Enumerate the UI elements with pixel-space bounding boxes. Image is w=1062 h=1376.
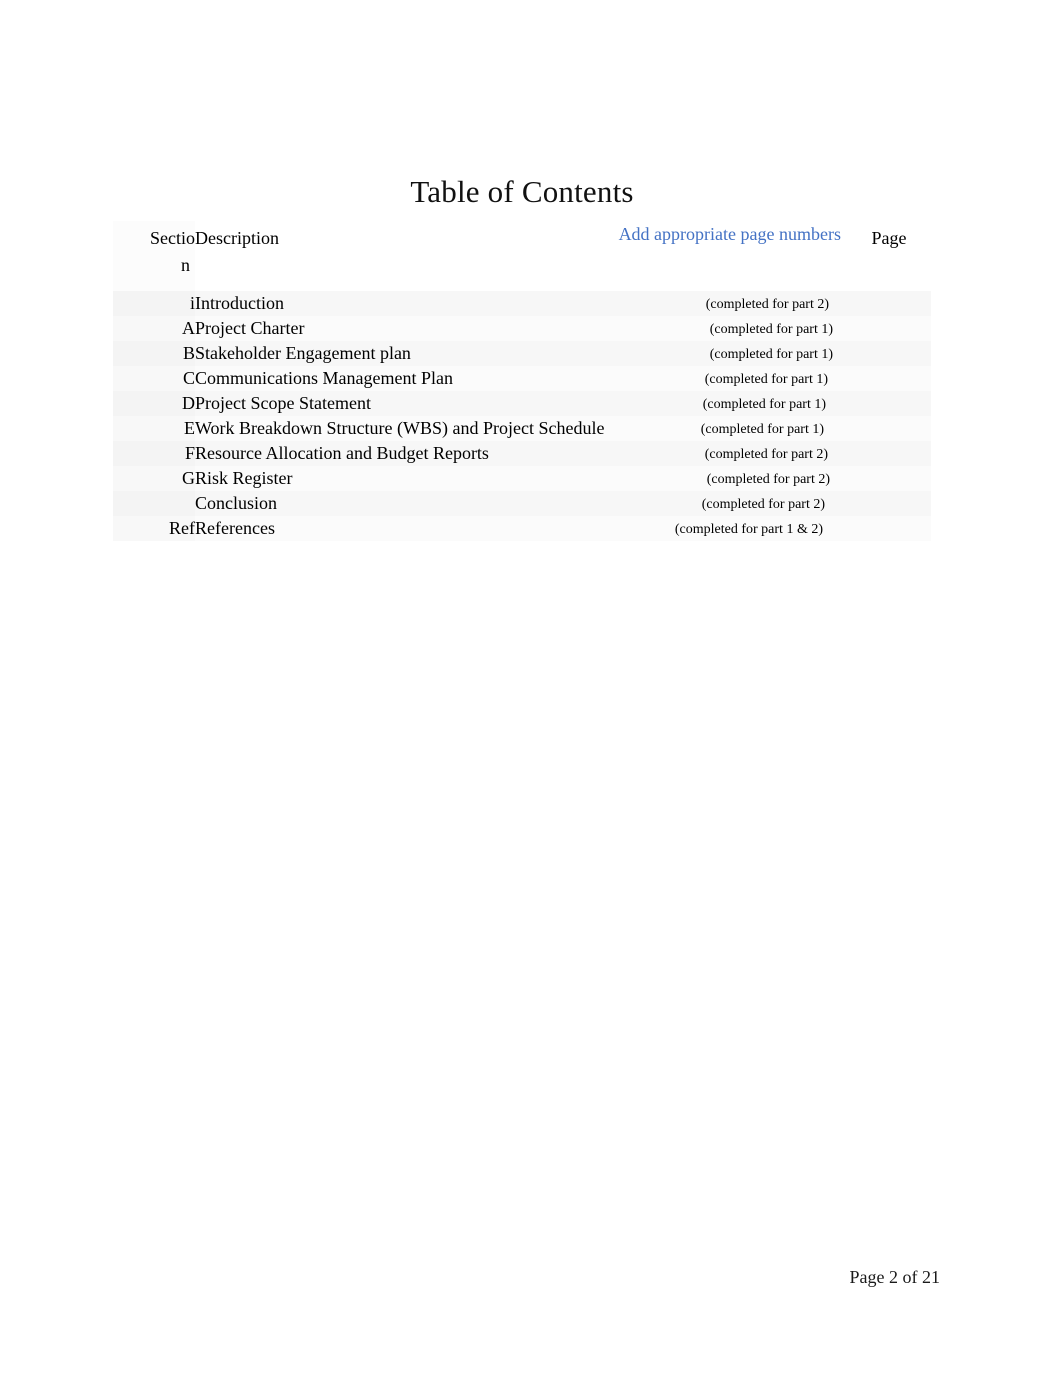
row-section: G: [113, 466, 195, 491]
row-description: Conclusion: [195, 493, 278, 513]
row-page: [847, 341, 931, 366]
row-page: [847, 366, 931, 391]
table-row[interactable]: E Work Breakdown Structure (WBS) and Pro…: [113, 416, 931, 441]
row-section: B: [113, 341, 195, 366]
row-page: [847, 416, 931, 441]
document-page: Table of Contents Sectio n Description A…: [0, 0, 1062, 1376]
row-section: C: [113, 366, 195, 391]
row-page: [847, 391, 931, 416]
row-section: i: [113, 291, 195, 316]
table-row[interactable]: G Risk Register (completed for part 2): [113, 466, 931, 491]
row-note: (completed for part 1): [702, 397, 826, 412]
row-description: Resource Allocation and Budget Reports: [195, 443, 489, 463]
table-row[interactable]: A Project Charter (completed for part 1): [113, 316, 931, 341]
toc-table-body: Table of Contents Sectio n Description A…: [113, 163, 931, 541]
row-description: References: [195, 518, 275, 538]
table-row[interactable]: Ref References (completed for part 1 & 2…: [113, 516, 931, 541]
header-section-label-part2: n: [181, 255, 190, 275]
table-row[interactable]: i Introduction (completed for part 2): [113, 291, 931, 316]
row-description-cell: Stakeholder Engagement plan (completed f…: [195, 341, 847, 366]
row-description: Stakeholder Engagement plan: [195, 343, 411, 363]
row-note: (completed for part 2): [705, 297, 829, 312]
row-section: Ref: [113, 516, 195, 541]
row-section: E: [113, 416, 195, 441]
row-page: [847, 516, 931, 541]
header-section-label-part1: Sectio: [150, 228, 195, 248]
row-page: [847, 316, 931, 341]
row-section: [113, 491, 195, 516]
table-row[interactable]: Conclusion (completed for part 2): [113, 491, 931, 516]
row-note: (completed for part 2): [704, 447, 828, 462]
table-row[interactable]: C Communications Management Plan (comple…: [113, 366, 931, 391]
page-footer: Page 2 of 21: [849, 1267, 940, 1287]
row-description: Communications Management Plan: [195, 368, 453, 388]
toc-title-cell: Table of Contents: [113, 163, 931, 221]
row-description: Work Breakdown Structure (WBS) and Proje…: [195, 418, 605, 438]
row-section: D: [113, 391, 195, 416]
row-description-cell: Resource Allocation and Budget Reports (…: [195, 441, 847, 466]
header-description-label: Description: [195, 228, 279, 248]
row-description-cell: Introduction (completed for part 2): [195, 291, 847, 316]
row-description-cell: Project Charter (completed for part 1): [195, 316, 847, 341]
row-description: Introduction: [195, 293, 284, 313]
row-note: (completed for part 1): [700, 422, 824, 437]
header-page-label: Page: [871, 228, 907, 248]
page-title: Table of Contents: [410, 174, 634, 209]
row-page: [847, 291, 931, 316]
row-section: A: [113, 316, 195, 341]
page-number-instruction: Add appropriate page numbers: [618, 224, 841, 244]
header-cell-page: Page: [847, 221, 931, 291]
header-cell-description: Description Add appropriate page numbers: [195, 221, 847, 291]
row-description: Project Charter: [195, 318, 305, 338]
row-note: (completed for part 1): [709, 322, 833, 337]
row-note: (completed for part 2): [706, 472, 830, 487]
table-row[interactable]: D Project Scope Statement (completed for…: [113, 391, 931, 416]
row-description-cell: Project Scope Statement (completed for p…: [195, 391, 847, 416]
row-description-cell: References (completed for part 1 & 2): [195, 516, 847, 541]
row-description: Risk Register: [195, 468, 293, 488]
row-page: [847, 491, 931, 516]
toc-title-row: Table of Contents: [113, 163, 931, 221]
header-cell-section: Sectio n: [113, 221, 195, 291]
row-section: F: [113, 441, 195, 466]
table-row[interactable]: B Stakeholder Engagement plan (completed…: [113, 341, 931, 366]
row-note: (completed for part 2): [701, 497, 825, 512]
row-description: Project Scope Statement: [195, 393, 371, 413]
row-description-cell: Risk Register (completed for part 2): [195, 466, 847, 491]
row-description-cell: Conclusion (completed for part 2): [195, 491, 847, 516]
row-note: (completed for part 1): [709, 347, 833, 362]
toc-header-row: Sectio n Description Add appropriate pag…: [113, 221, 931, 291]
row-description-cell: Work Breakdown Structure (WBS) and Proje…: [195, 416, 847, 441]
row-page: [847, 441, 931, 466]
row-page: [847, 466, 931, 491]
table-of-contents: Table of Contents Sectio n Description A…: [113, 163, 931, 541]
table-row[interactable]: F Resource Allocation and Budget Reports…: [113, 441, 931, 466]
row-note: (completed for part 1 & 2): [674, 522, 823, 537]
row-note: (completed for part 1): [704, 372, 828, 387]
row-description-cell: Communications Management Plan (complete…: [195, 366, 847, 391]
